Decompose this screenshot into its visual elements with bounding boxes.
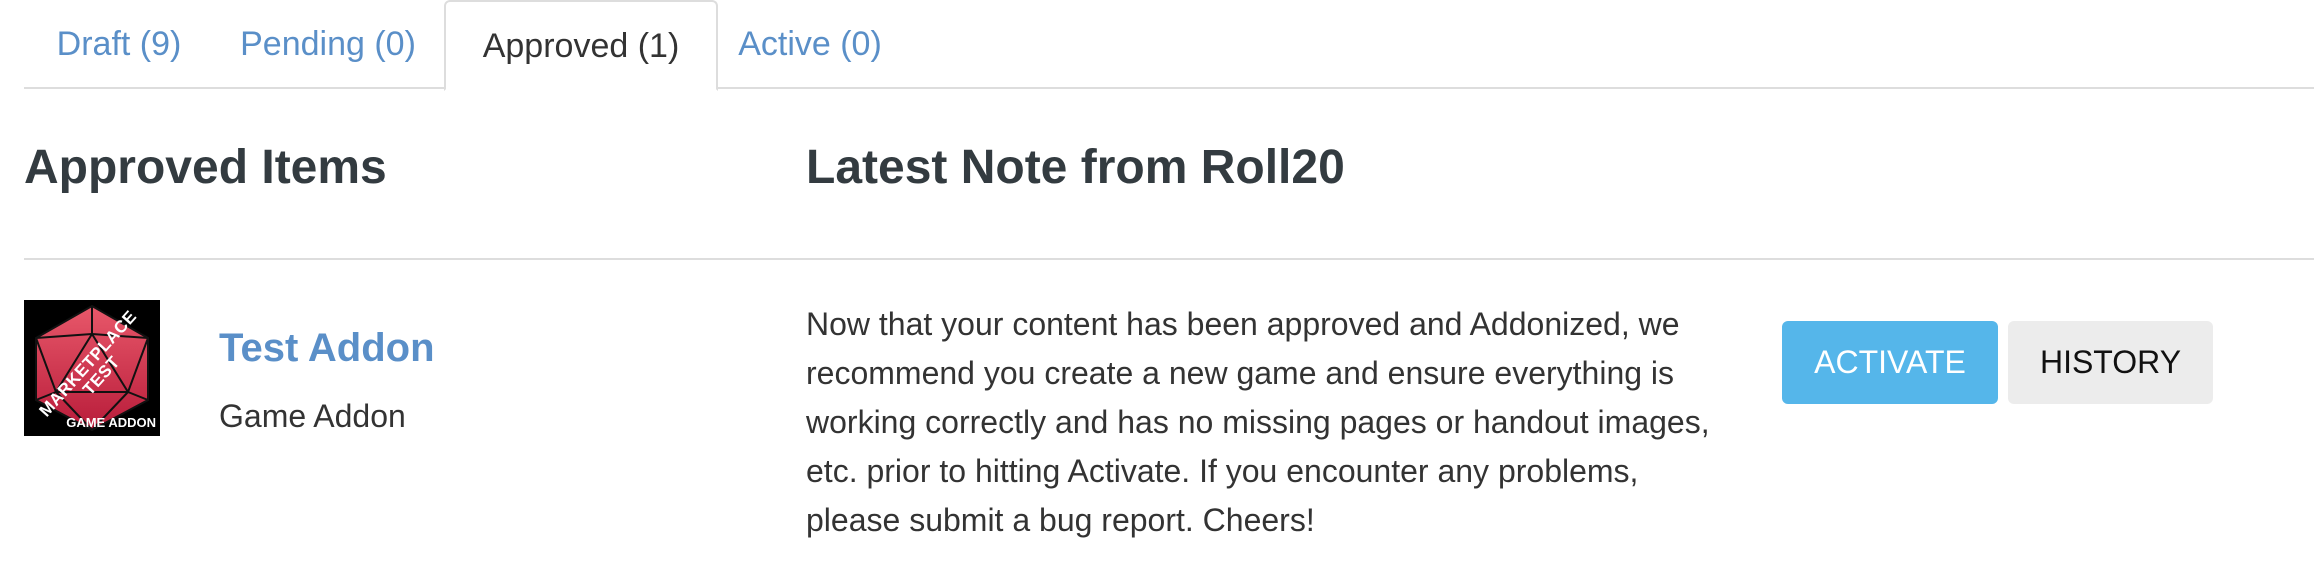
item-type: Game Addon (219, 398, 406, 434)
thumbnail-caption: GAME ADDON (66, 415, 156, 430)
approved-items-heading: Approved Items (24, 141, 387, 194)
tab-pending[interactable]: Pending (0) (240, 0, 416, 89)
note-text: Now that your content has been approved … (806, 306, 1710, 538)
section-divider (24, 258, 2314, 260)
tab-approved[interactable]: Approved (1) (444, 0, 718, 91)
history-button[interactable]: HISTORY (2008, 321, 2213, 404)
tab-bar: Draft (9) Pending (0) Approved (1) Activ… (24, 0, 2314, 91)
item-title-link[interactable]: Test Addon (219, 324, 435, 372)
tab-draft[interactable]: Draft (9) (56, 0, 182, 89)
tab-active[interactable]: Active (0) (728, 0, 892, 89)
latest-note-heading: Latest Note from Roll20 (806, 141, 1345, 194)
item-thumbnail[interactable]: MARKETPLACE TEST GAME ADDON (24, 300, 160, 436)
activate-button[interactable]: ACTIVATE (1782, 321, 1998, 404)
